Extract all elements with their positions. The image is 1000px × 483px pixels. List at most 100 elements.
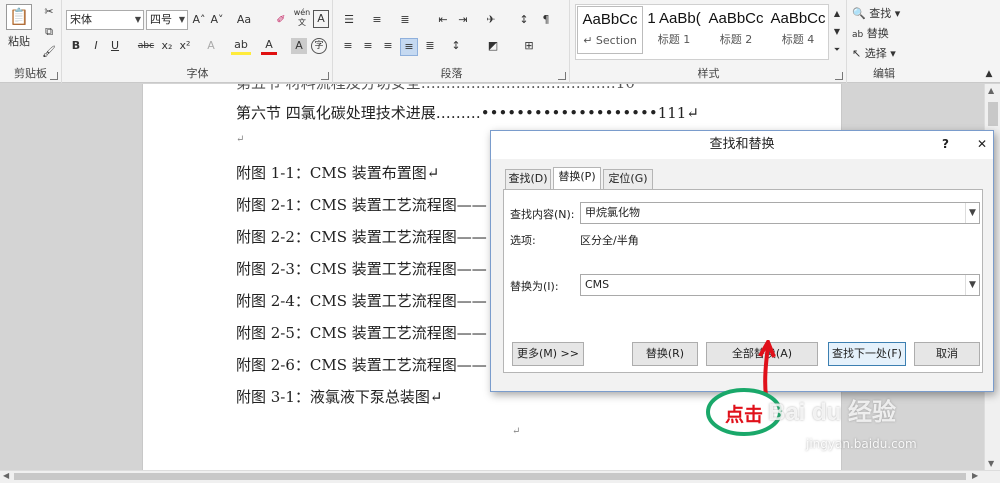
select-arrow-icon: ↖ [852, 47, 862, 60]
character-border-icon[interactable]: A [313, 10, 329, 28]
scroll-down-icon[interactable]: ▼ [988, 459, 994, 468]
watermark-url: jingyan.baidu.com [806, 437, 917, 451]
style-sample: AaBbCc [582, 11, 638, 28]
styles-more-icon[interactable]: ⏷ [831, 42, 843, 58]
show-marks-icon[interactable]: ¶ [538, 12, 554, 28]
select-label: 选择 [864, 47, 887, 60]
align-center-icon[interactable]: ≡ [360, 38, 376, 54]
tab-replace[interactable]: 替换(P) [553, 167, 601, 190]
text-effects-icon[interactable]: A [203, 38, 219, 54]
replace-label: 替换为(I): [510, 280, 559, 293]
underline-button[interactable]: U [107, 38, 123, 54]
paste-icon[interactable]: 📋 [6, 4, 32, 30]
borders-icon[interactable]: ⊞ [520, 38, 538, 54]
replace-input[interactable]: CMS ▼ [580, 274, 980, 296]
font-size-combo[interactable]: 四号 ▼ [146, 10, 188, 30]
h-scroll-thumb[interactable] [14, 473, 966, 480]
style-heading-2[interactable]: AaBbCc 标题 2 [705, 6, 767, 54]
shading-icon[interactable]: ◩ [484, 38, 502, 54]
doc-line: ↵ [512, 426, 521, 437]
doc-line: 第六节 四氯化碳处理技术进展………••••••••••••••••••••111… [236, 104, 699, 122]
numbering-icon[interactable]: ≡ [368, 12, 386, 28]
justify-icon[interactable]: ≡ [400, 38, 418, 56]
doc-line: ↵ [236, 134, 245, 145]
distributed-icon[interactable]: ≣ [422, 38, 438, 54]
find-button[interactable]: 🔍 查找 ▾ [852, 6, 916, 22]
paste-button[interactable]: 粘贴 [4, 34, 34, 50]
close-icon[interactable]: ✕ [977, 137, 987, 151]
more-button[interactable]: 更多(M) >> [512, 342, 584, 366]
find-label: 查找 [869, 7, 892, 20]
chinese-layout-icon[interactable]: ✈ [480, 12, 502, 28]
increase-indent-icon[interactable]: ⇥ [454, 12, 472, 28]
select-button[interactable]: ↖ 选择 ▾ [852, 46, 916, 62]
style-heading-4[interactable]: AaBbCc 标题 4 [767, 6, 829, 54]
chevron-down-icon[interactable]: ▼ [965, 275, 979, 295]
style-sample: AaBbCc [770, 10, 826, 27]
chevron-down-icon[interactable]: ▼ [965, 203, 979, 223]
shrink-font-icon[interactable]: A˅ [209, 12, 225, 28]
scroll-left-icon[interactable]: ◀ [3, 471, 9, 480]
phonetic-guide-icon[interactable]: wén 文 [293, 8, 311, 28]
font-color-icon[interactable]: A [261, 38, 277, 55]
replace-button[interactable]: ab 替换 [852, 26, 916, 43]
doc-line: 附图 2-3：CMS 装置工艺流程图—— [236, 260, 487, 278]
scroll-right-icon[interactable]: ▶ [972, 471, 978, 480]
style-section[interactable]: AaBbCc ↵ Section [577, 6, 643, 54]
find-next-button[interactable]: 查找下一处(F) [828, 342, 906, 366]
line-spacing-icon[interactable]: ↕ [446, 38, 466, 54]
style-heading-1[interactable]: 1 AaBb(标题 1 [643, 6, 705, 54]
scroll-thumb[interactable] [988, 102, 998, 126]
font-launcher-icon[interactable] [321, 72, 329, 80]
char-shading-icon[interactable]: A [291, 38, 307, 54]
chevron-down-icon: ▼ [178, 15, 185, 24]
paragraph-launcher-icon[interactable] [558, 72, 566, 80]
styles-scroll-down-icon[interactable]: ▼ [831, 24, 843, 40]
find-label: 查找内容(N): [510, 208, 575, 221]
style-name: 标题 4 [781, 33, 815, 46]
styles-scroll-up-icon[interactable]: ▲ [831, 6, 843, 22]
align-left-icon[interactable]: ≡ [340, 38, 356, 54]
styles-group: AaBbCc ↵ Section 1 AaBb(标题 1 AaBbCc 标题 2 A… [571, 0, 847, 83]
font-name-combo[interactable]: 宋体 ▼ [66, 10, 144, 30]
enclose-char-icon[interactable]: 字 [311, 38, 327, 54]
italic-button[interactable]: I [89, 38, 103, 54]
change-case-icon[interactable]: Aa [233, 12, 255, 28]
decrease-indent-icon[interactable]: ⇤ [434, 12, 452, 28]
clipboard-group: 📋 粘贴 ✂ ⧉ 🖌 剪贴板 [0, 0, 62, 83]
multilevel-list-icon[interactable]: ≣ [396, 12, 414, 28]
style-name: 标题 1 [657, 33, 691, 46]
dialog-title: 查找和替换 [491, 131, 993, 159]
styles-launcher-icon[interactable] [835, 72, 843, 80]
cut-icon[interactable]: ✂ [42, 4, 56, 20]
font-group: 宋体 ▼ 四号 ▼ A˄ A˅ Aa ✐ wén 文 A B I U abc x₂ … [63, 0, 333, 83]
doc-line: 附图 1-1：CMS 装置布置图↵ [236, 164, 440, 182]
subscript-button[interactable]: x₂ [159, 38, 175, 54]
tab-find[interactable]: 查找(D) [505, 169, 551, 189]
collapse-ribbon-icon[interactable]: ▲ [982, 66, 996, 82]
format-painter-icon[interactable]: 🖌 [42, 44, 56, 60]
replace-button[interactable]: 替换(R) [632, 342, 698, 366]
align-right-icon[interactable]: ≡ [380, 38, 396, 54]
find-icon: 🔍 [852, 7, 866, 20]
highlight-icon[interactable]: ab [231, 38, 251, 55]
sort-icon[interactable]: ↕ [516, 12, 532, 28]
find-input[interactable]: 甲烷氯化物 ▼ [580, 202, 980, 224]
strikethrough-button[interactable]: abc [135, 38, 157, 54]
superscript-button[interactable]: x² [177, 38, 193, 54]
replace-label: 替换 [866, 27, 889, 40]
paragraph-group-label: 段落 [440, 67, 463, 80]
clear-format-icon[interactable]: ✐ [273, 12, 289, 28]
chevron-down-icon: ▼ [134, 15, 141, 24]
cancel-button[interactable]: 取消 [914, 342, 980, 366]
help-icon[interactable]: ? [942, 137, 949, 151]
scroll-up-icon[interactable]: ▲ [988, 86, 994, 95]
find-input-value: 甲烷氯化物 [585, 206, 640, 219]
copy-icon[interactable]: ⧉ [42, 24, 56, 40]
clipboard-launcher-icon[interactable] [50, 72, 58, 80]
bold-button[interactable]: B [69, 38, 83, 54]
bullets-icon[interactable]: ☰ [340, 12, 358, 28]
horizontal-scrollbar[interactable]: ◀ ▶ [0, 470, 1000, 483]
tab-goto[interactable]: 定位(G) [603, 169, 653, 189]
grow-font-icon[interactable]: A˄ [191, 12, 207, 28]
